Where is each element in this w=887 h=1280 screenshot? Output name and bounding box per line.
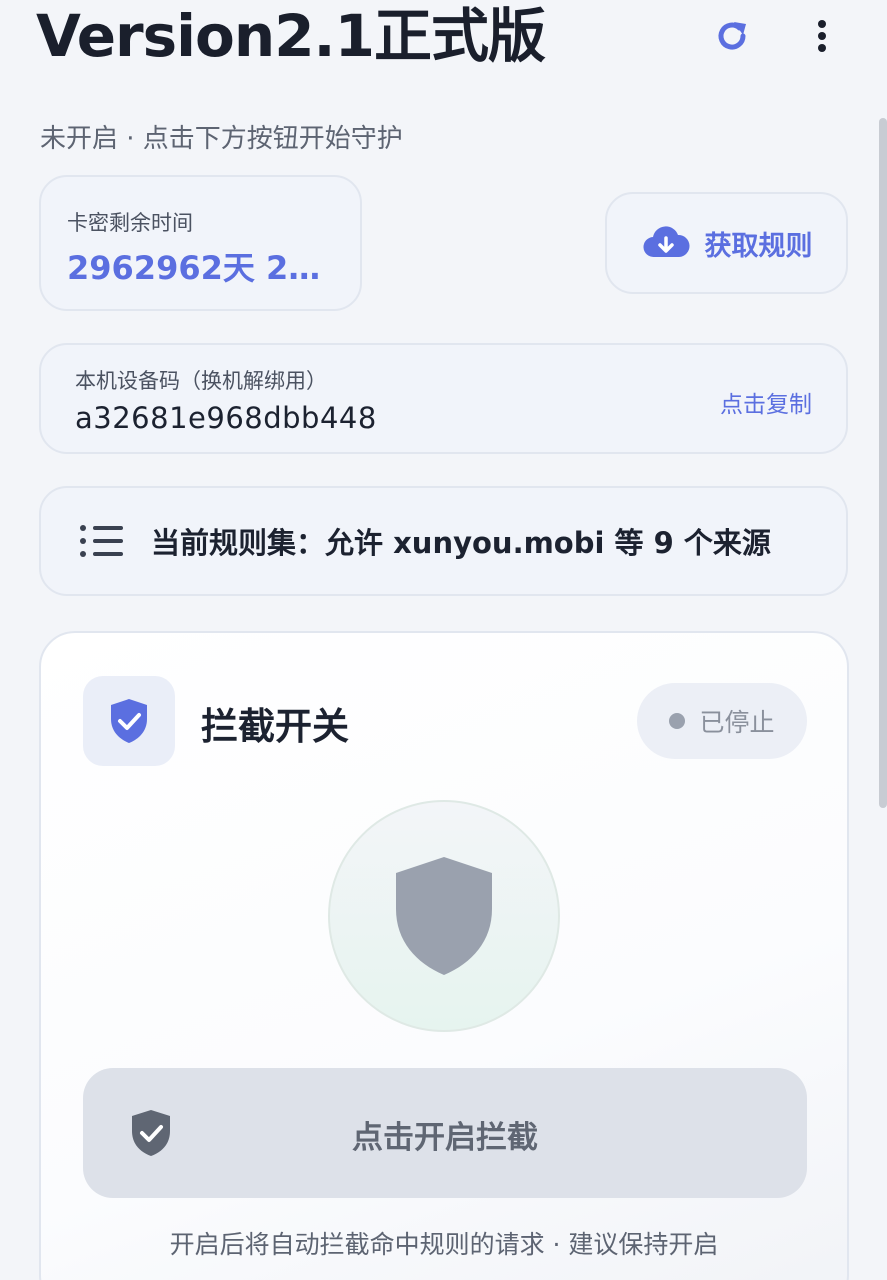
more-vertical-icon <box>818 20 826 52</box>
guard-status-text: 未开启 · 点击下方按钮开始守护 <box>40 124 403 154</box>
status-badge: 已停止 <box>637 683 807 759</box>
panel-title: 拦截开关 <box>201 705 349 748</box>
refresh-button[interactable] <box>708 12 756 60</box>
cloud-download-icon <box>642 226 690 258</box>
device-code-label: 本机设备码（换机解绑用） <box>75 369 327 393</box>
app-title: Version2.1正式版 <box>36 2 546 70</box>
status-dot <box>669 713 686 729</box>
device-code-value: a32681e968dbb448 <box>75 401 377 435</box>
copy-device-code-button[interactable]: 点击复制 <box>720 385 812 419</box>
current-ruleset-text: 当前规则集：允许 xunyou.mobi 等 9 个来源 <box>151 526 771 560</box>
shield-icon <box>396 857 492 975</box>
current-ruleset-card[interactable]: 当前规则集：允许 xunyou.mobi 等 9 个来源 <box>39 486 848 596</box>
refresh-icon <box>718 22 746 50</box>
status-badge-label: 已停止 <box>699 708 775 737</box>
device-code-card: 本机设备码（换机解绑用） a32681e968dbb448 点击复制 <box>39 343 848 454</box>
panel-icon-box <box>83 676 175 766</box>
remaining-time-value: 2962962天 23:… <box>67 249 337 287</box>
block-switch-panel: 拦截开关 已停止 点击开启拦截 开启后将自动拦截命中规则的请求 · 建议保持开启 <box>39 631 849 1280</box>
enable-blocking-label: 点击开启拦截 <box>352 1120 538 1156</box>
shield-check-icon <box>111 699 147 743</box>
fetch-rules-button[interactable]: 获取规则 <box>605 192 848 294</box>
app-screen: Version2.1正式版 未开启 · 点击下方按钮开始守护 卡密剩余时间 29… <box>0 0 887 1280</box>
list-icon <box>79 521 125 561</box>
remaining-time-label: 卡密剩余时间 <box>67 211 193 235</box>
remaining-time-card: 卡密剩余时间 2962962天 23:… <box>39 175 362 311</box>
panel-footer-hint: 开启后将自动拦截命中规则的请求 · 建议保持开启 <box>169 1230 719 1259</box>
more-button[interactable] <box>798 12 846 60</box>
shield-status-indicator <box>328 800 560 1032</box>
enable-blocking-button[interactable]: 点击开启拦截 <box>83 1068 807 1198</box>
fetch-rules-label: 获取规则 <box>704 230 813 262</box>
scrollbar[interactable] <box>879 118 887 808</box>
